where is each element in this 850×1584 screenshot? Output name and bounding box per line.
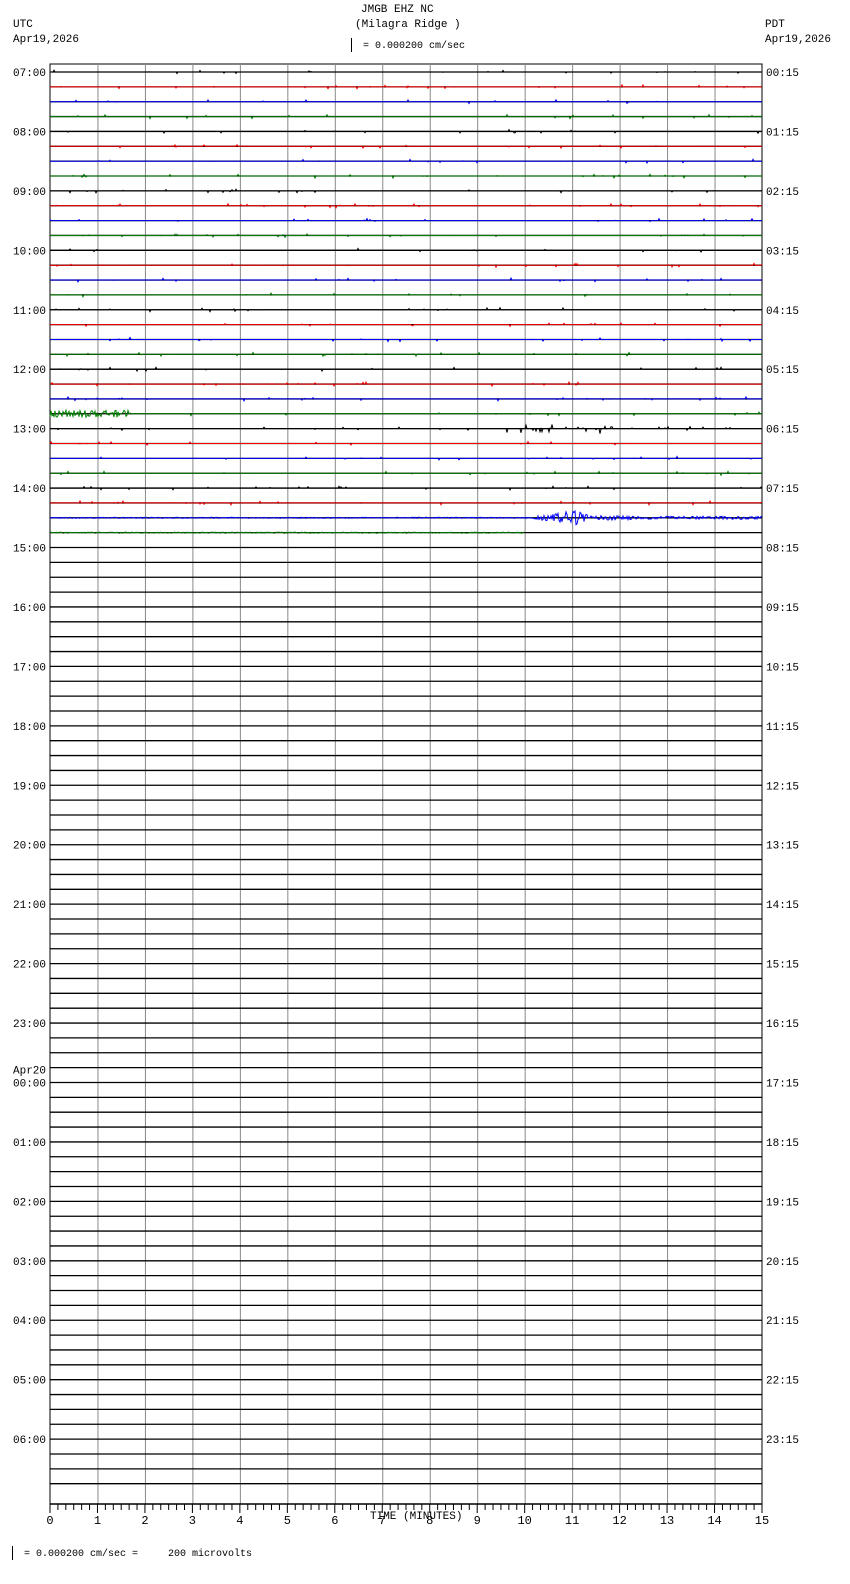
utc-hour-label: 13:00 bbox=[13, 425, 46, 437]
seismic-trace bbox=[50, 485, 763, 491]
x-tick-label: 4 bbox=[236, 1514, 243, 1528]
pdt-hour-label: 09:15 bbox=[766, 603, 799, 615]
seismic-trace bbox=[50, 499, 763, 506]
pdt-hour-label: 03:15 bbox=[766, 246, 799, 258]
utc-hour-label: 21:00 bbox=[13, 900, 46, 912]
utc-hour-label: 06:00 bbox=[13, 1435, 46, 1447]
utc-hour-label: 11:00 bbox=[13, 306, 46, 318]
seismic-trace bbox=[50, 351, 762, 358]
seismic-trace bbox=[50, 188, 762, 194]
x-tick-label: 6 bbox=[331, 1514, 338, 1528]
x-tick-label: 1 bbox=[94, 1514, 101, 1528]
seismic-trace bbox=[50, 366, 763, 373]
pdt-hour-label: 15:15 bbox=[766, 960, 799, 972]
utc-hour-label: 12:00 bbox=[13, 365, 46, 377]
seismic-trace bbox=[50, 306, 762, 313]
seismic-trace bbox=[50, 69, 762, 75]
utc-hour-label: 14:00 bbox=[13, 484, 46, 496]
utc-hour-label: 03:00 bbox=[13, 1257, 46, 1269]
utc-hour-label: 04:00 bbox=[13, 1316, 46, 1328]
utc-hour-label: 07:00 bbox=[13, 68, 46, 80]
x-tick-label: 2 bbox=[141, 1514, 148, 1528]
utc-hour-label: 17:00 bbox=[13, 662, 46, 674]
pdt-hour-label: 20:15 bbox=[766, 1257, 799, 1269]
x-tick-label: 12 bbox=[612, 1514, 626, 1528]
pdt-hour-label: 06:15 bbox=[766, 425, 799, 437]
seismic-trace bbox=[50, 158, 762, 165]
x-tick-label: 3 bbox=[189, 1514, 196, 1528]
pdt-hour-label: 14:15 bbox=[766, 900, 799, 912]
footer-scale-text: = 0.000200 cm/sec = 200 microvolts bbox=[24, 1549, 253, 1560]
pdt-hour-label: 17:15 bbox=[766, 1078, 799, 1090]
x-tick-label: 14 bbox=[707, 1514, 721, 1528]
date-change-label: Apr20 bbox=[13, 1065, 46, 1077]
pdt-hour-label: 19:15 bbox=[766, 1197, 799, 1209]
pdt-hour-label: 04:15 bbox=[766, 306, 799, 318]
seismic-trace bbox=[50, 232, 762, 239]
x-tick-label: 15 bbox=[755, 1514, 769, 1528]
pdt-hour-label: 16:15 bbox=[766, 1019, 799, 1031]
pdt-hour-label: 13:15 bbox=[766, 841, 799, 853]
seismic-trace bbox=[50, 83, 762, 90]
pdt-hour-label: 02:15 bbox=[766, 187, 799, 199]
seismic-trace bbox=[50, 277, 763, 283]
utc-hour-label: 16:00 bbox=[13, 603, 46, 615]
utc-hour-label: 00:00 bbox=[13, 1078, 46, 1090]
pdt-hour-label: 12:15 bbox=[766, 781, 799, 793]
pdt-hour-label: 18:15 bbox=[766, 1138, 799, 1150]
x-tick-label: 13 bbox=[660, 1514, 674, 1528]
pdt-hour-label: 22:15 bbox=[766, 1376, 799, 1388]
utc-hour-label: 10:00 bbox=[13, 246, 46, 258]
utc-hour-label: 23:00 bbox=[13, 1019, 46, 1031]
x-tick-label: 0 bbox=[46, 1514, 53, 1528]
pdt-hour-label: 11:15 bbox=[766, 722, 799, 734]
pdt-hour-label: 23:15 bbox=[766, 1435, 799, 1447]
pdt-hour-label: 01:15 bbox=[766, 127, 799, 139]
helicorder-plot: 07:00 00:15 08:00 01:15 09:00 02:15 10:00 03:15… bbox=[13, 63, 799, 1528]
seismic-trace bbox=[50, 202, 762, 209]
seismic-trace bbox=[50, 395, 762, 403]
pdt-hour-label: 10:15 bbox=[766, 662, 799, 674]
seismic-trace bbox=[49, 509, 763, 526]
pdt-hour-label: 07:15 bbox=[766, 484, 799, 496]
pdt-hour-label: 08:15 bbox=[766, 544, 799, 556]
utc-hour-label: 19:00 bbox=[13, 781, 46, 793]
utc-hour-label: 05:00 bbox=[13, 1376, 46, 1388]
seismic-trace bbox=[50, 128, 762, 135]
seismic-trace bbox=[50, 455, 762, 461]
utc-hour-label: 09:00 bbox=[13, 187, 46, 199]
seismic-trace bbox=[50, 247, 762, 253]
utc-hour-label: 22:00 bbox=[13, 960, 46, 972]
seismic-trace bbox=[49, 408, 762, 419]
seismic-trace bbox=[49, 440, 762, 447]
x-tick-label: 9 bbox=[474, 1514, 481, 1528]
seismic-trace bbox=[50, 262, 763, 269]
x-tick-label: 10 bbox=[517, 1514, 531, 1528]
seismic-trace bbox=[50, 380, 762, 388]
seismic-trace bbox=[50, 336, 762, 343]
x-tick-label: 5 bbox=[284, 1514, 291, 1528]
utc-hour-label: 01:00 bbox=[13, 1138, 46, 1150]
utc-hour-label: 08:00 bbox=[13, 127, 46, 139]
x-tick-label: 11 bbox=[565, 1514, 579, 1528]
x-axis-label: TIME (MINUTES) bbox=[370, 1511, 463, 1523]
utc-hour-label: 15:00 bbox=[13, 544, 46, 556]
seismic-trace bbox=[50, 173, 762, 180]
seismic-trace bbox=[50, 113, 762, 120]
utc-hour-label: 20:00 bbox=[13, 841, 46, 853]
pdt-hour-label: 21:15 bbox=[766, 1316, 799, 1328]
utc-hour-label: 02:00 bbox=[13, 1197, 46, 1209]
seismic-trace bbox=[50, 470, 762, 477]
scale-bar-icon bbox=[12, 1546, 18, 1560]
seismic-trace bbox=[50, 292, 762, 298]
footer-scale: = 0.000200 cm/sec = 200 microvolts bbox=[2, 1546, 252, 1561]
pdt-hour-label: 00:15 bbox=[766, 68, 799, 80]
seismic-trace bbox=[50, 98, 762, 105]
pdt-hour-label: 05:15 bbox=[766, 365, 799, 377]
seismic-trace bbox=[50, 423, 762, 434]
utc-hour-label: 18:00 bbox=[13, 722, 46, 734]
